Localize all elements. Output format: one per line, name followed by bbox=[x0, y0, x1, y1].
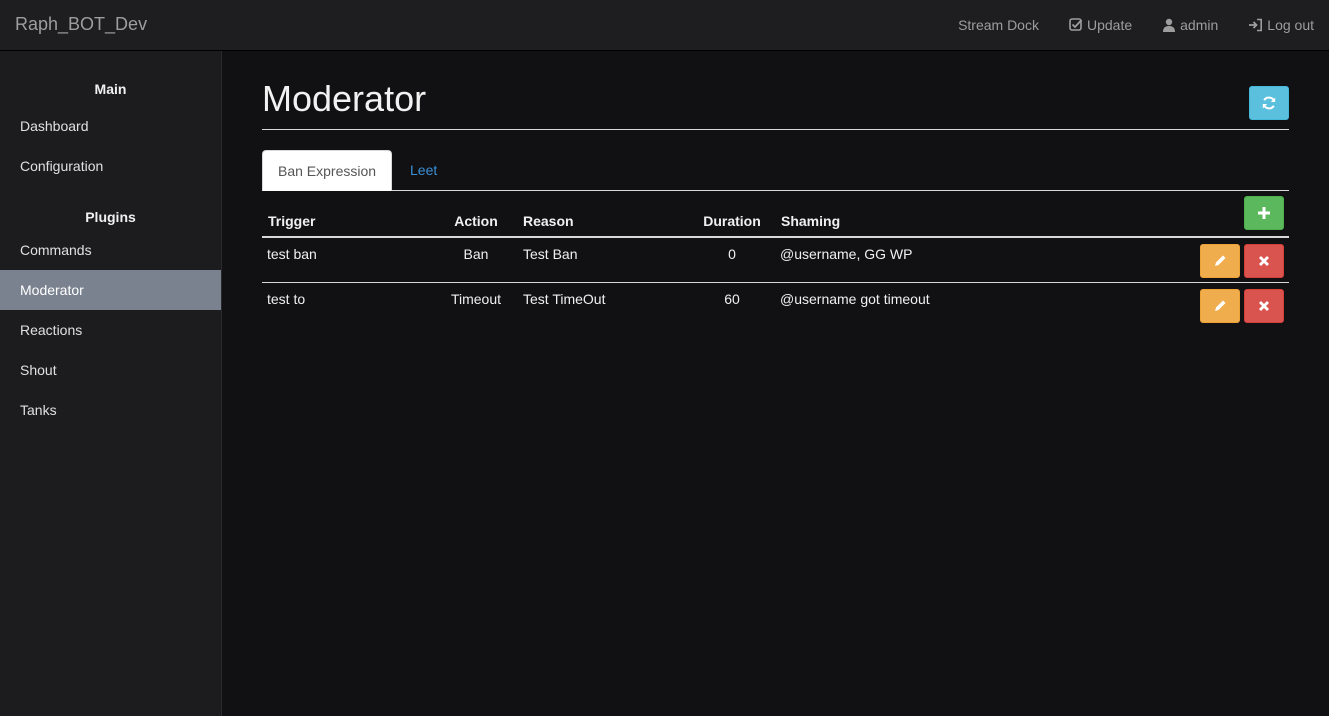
update-label: Update bbox=[1086, 17, 1133, 33]
sidebar-item-moderator[interactable]: Moderator bbox=[0, 270, 221, 310]
top-navbar: Raph_BOT_Dev Stream Dock Update admin Lo… bbox=[0, 0, 1329, 51]
sidebar-item-reactions[interactable]: Reactions bbox=[0, 310, 221, 350]
cell-duration: 0 bbox=[728, 246, 736, 262]
sidebar-item-dashboard[interactable]: Dashboard bbox=[0, 106, 221, 146]
logout-link[interactable]: Log out bbox=[1233, 0, 1329, 50]
sidebar: Main Dashboard Configuration Plugins Com… bbox=[0, 51, 222, 716]
ban-expression-table: Trigger Action Reason Duration Shaming t… bbox=[262, 191, 1289, 328]
cell-trigger: test to bbox=[267, 291, 306, 307]
edit-button[interactable] bbox=[1200, 244, 1240, 278]
admin-label: admin bbox=[1180, 17, 1219, 33]
tab-leet[interactable]: Leet bbox=[395, 150, 452, 191]
close-icon bbox=[1259, 256, 1269, 266]
sidebar-item-configuration[interactable]: Configuration bbox=[0, 146, 221, 186]
cell-trigger: test ban bbox=[267, 246, 317, 262]
sidebar-item-tanks[interactable]: Tanks bbox=[0, 390, 221, 430]
header-action: Action bbox=[454, 213, 498, 229]
close-icon bbox=[1259, 301, 1269, 311]
edit-button[interactable] bbox=[1200, 289, 1240, 323]
brand-name[interactable]: Raph_BOT_Dev bbox=[15, 14, 147, 35]
cell-shaming: @username got timeout bbox=[780, 291, 930, 307]
sidebar-item-commands[interactable]: Commands bbox=[0, 230, 221, 270]
stream-dock-label: Stream Dock bbox=[958, 17, 1039, 33]
admin-link[interactable]: admin bbox=[1147, 0, 1233, 50]
pencil-icon bbox=[1215, 255, 1226, 266]
refresh-button[interactable] bbox=[1249, 86, 1289, 120]
plus-icon bbox=[1258, 207, 1270, 219]
user-icon bbox=[1163, 18, 1176, 32]
cell-reason: Test TimeOut bbox=[523, 291, 606, 307]
refresh-icon bbox=[1262, 96, 1276, 110]
tab-bar: Ban Expression Leet bbox=[262, 150, 1289, 191]
table-row: test to Timeout Test TimeOut 60 @usernam… bbox=[262, 283, 1289, 328]
table-header: Trigger Action Reason Duration Shaming bbox=[262, 191, 1289, 238]
header-trigger: Trigger bbox=[268, 213, 316, 229]
title-divider bbox=[262, 129, 1289, 130]
add-button[interactable] bbox=[1244, 196, 1284, 230]
header-shaming: Shaming bbox=[781, 213, 841, 229]
header-duration: Duration bbox=[703, 213, 761, 229]
delete-button[interactable] bbox=[1244, 289, 1284, 323]
delete-button[interactable] bbox=[1244, 244, 1284, 278]
sidebar-header-plugins: Plugins bbox=[85, 209, 136, 225]
page-title: Moderator bbox=[262, 78, 427, 119]
cell-shaming: @username, GG WP bbox=[780, 246, 913, 262]
check-square-icon bbox=[1069, 18, 1083, 31]
log-out-icon bbox=[1249, 18, 1263, 32]
sidebar-header-main: Main bbox=[94, 81, 127, 97]
cell-action: Ban bbox=[463, 246, 489, 262]
stream-dock-link[interactable]: Stream Dock bbox=[943, 0, 1054, 50]
cell-duration: 60 bbox=[724, 291, 740, 307]
cell-action: Timeout bbox=[450, 291, 502, 307]
header-reason: Reason bbox=[523, 213, 574, 229]
pencil-icon bbox=[1215, 300, 1226, 311]
logout-label: Log out bbox=[1267, 17, 1314, 33]
update-link[interactable]: Update bbox=[1054, 0, 1147, 50]
tab-ban-expression[interactable]: Ban Expression bbox=[262, 150, 393, 191]
navbar-links: Stream Dock Update admin Log out bbox=[943, 0, 1329, 50]
sidebar-item-shout[interactable]: Shout bbox=[0, 350, 221, 390]
table-row: test ban Ban Test Ban 0 @username, GG WP bbox=[262, 238, 1289, 283]
cell-reason: Test Ban bbox=[523, 246, 578, 262]
